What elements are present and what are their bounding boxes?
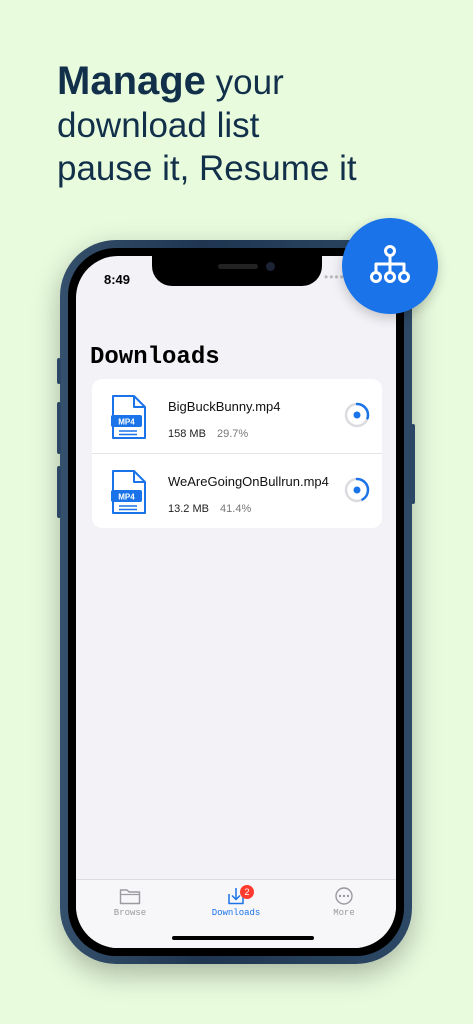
downloads-count-badge: 2 xyxy=(240,885,254,899)
headline-line1-rest: your xyxy=(205,63,284,102)
volume-up-button xyxy=(57,402,61,454)
headline-strong: Manage xyxy=(57,59,206,103)
mp4-file-icon: MP4 xyxy=(111,470,146,514)
tab-label: Downloads xyxy=(211,908,261,918)
promo-headline: Manage your download list pause it, Resu… xyxy=(57,60,457,190)
folder-icon xyxy=(119,889,141,905)
file-name: WeAreGoingOnBullrun.mp4 xyxy=(168,474,329,489)
phone-screen: 8:49 •••• Downloads MP4 BigBuckBunny.mp4… xyxy=(76,256,396,948)
headline-line3: pause it, Resume it xyxy=(57,149,357,188)
tab-label: More xyxy=(333,908,355,918)
tab-bar: Browse 2 Downloads More xyxy=(76,879,396,948)
phone-frame: 8:49 •••• Downloads MP4 BigBuckBunny.mp4… xyxy=(57,240,415,964)
tab-browse[interactable]: Browse xyxy=(90,887,170,918)
page-title: Downloads xyxy=(90,344,220,371)
file-progress: 29.7% xyxy=(216,428,249,440)
mute-switch xyxy=(57,358,61,384)
file-progress: 41.4% xyxy=(220,503,252,515)
file-meta: 158 MB 29.7% xyxy=(168,428,248,440)
file-type-label: MP4 xyxy=(118,493,135,502)
home-indicator xyxy=(172,936,314,940)
list-item[interactable]: MP4 BigBuckBunny.mp4 158 MB 29.7% xyxy=(92,379,382,453)
downloads-list: MP4 BigBuckBunny.mp4 158 MB 29.7% MP4 We… xyxy=(92,379,382,528)
more-icon xyxy=(335,887,353,905)
network-tree-button[interactable] xyxy=(342,218,438,314)
file-size: 158 MB xyxy=(168,428,206,440)
file-size: 13.2 MB xyxy=(168,503,209,515)
file-name: BigBuckBunny.mp4 xyxy=(168,399,281,414)
power-button xyxy=(411,424,415,504)
headline-line2: download list xyxy=(57,106,260,145)
tab-label: Browse xyxy=(113,908,147,918)
tab-downloads[interactable]: 2 Downloads xyxy=(196,885,276,918)
file-meta: 13.2 MB 41.4% xyxy=(168,503,251,515)
front-camera xyxy=(266,262,275,271)
volume-down-button xyxy=(57,466,61,518)
network-tree-icon xyxy=(370,245,410,283)
tab-more[interactable]: More xyxy=(304,887,384,918)
list-item[interactable]: MP4 WeAreGoingOnBullrun.mp4 13.2 MB 41.4… xyxy=(92,453,382,528)
file-type-label: MP4 xyxy=(118,418,135,427)
pause-progress-button[interactable] xyxy=(343,401,371,429)
mp4-file-icon: MP4 xyxy=(111,395,146,439)
speaker-grille xyxy=(218,264,258,269)
status-time: 8:49 xyxy=(104,272,131,287)
pause-progress-button[interactable] xyxy=(343,476,371,504)
notch xyxy=(152,256,322,286)
